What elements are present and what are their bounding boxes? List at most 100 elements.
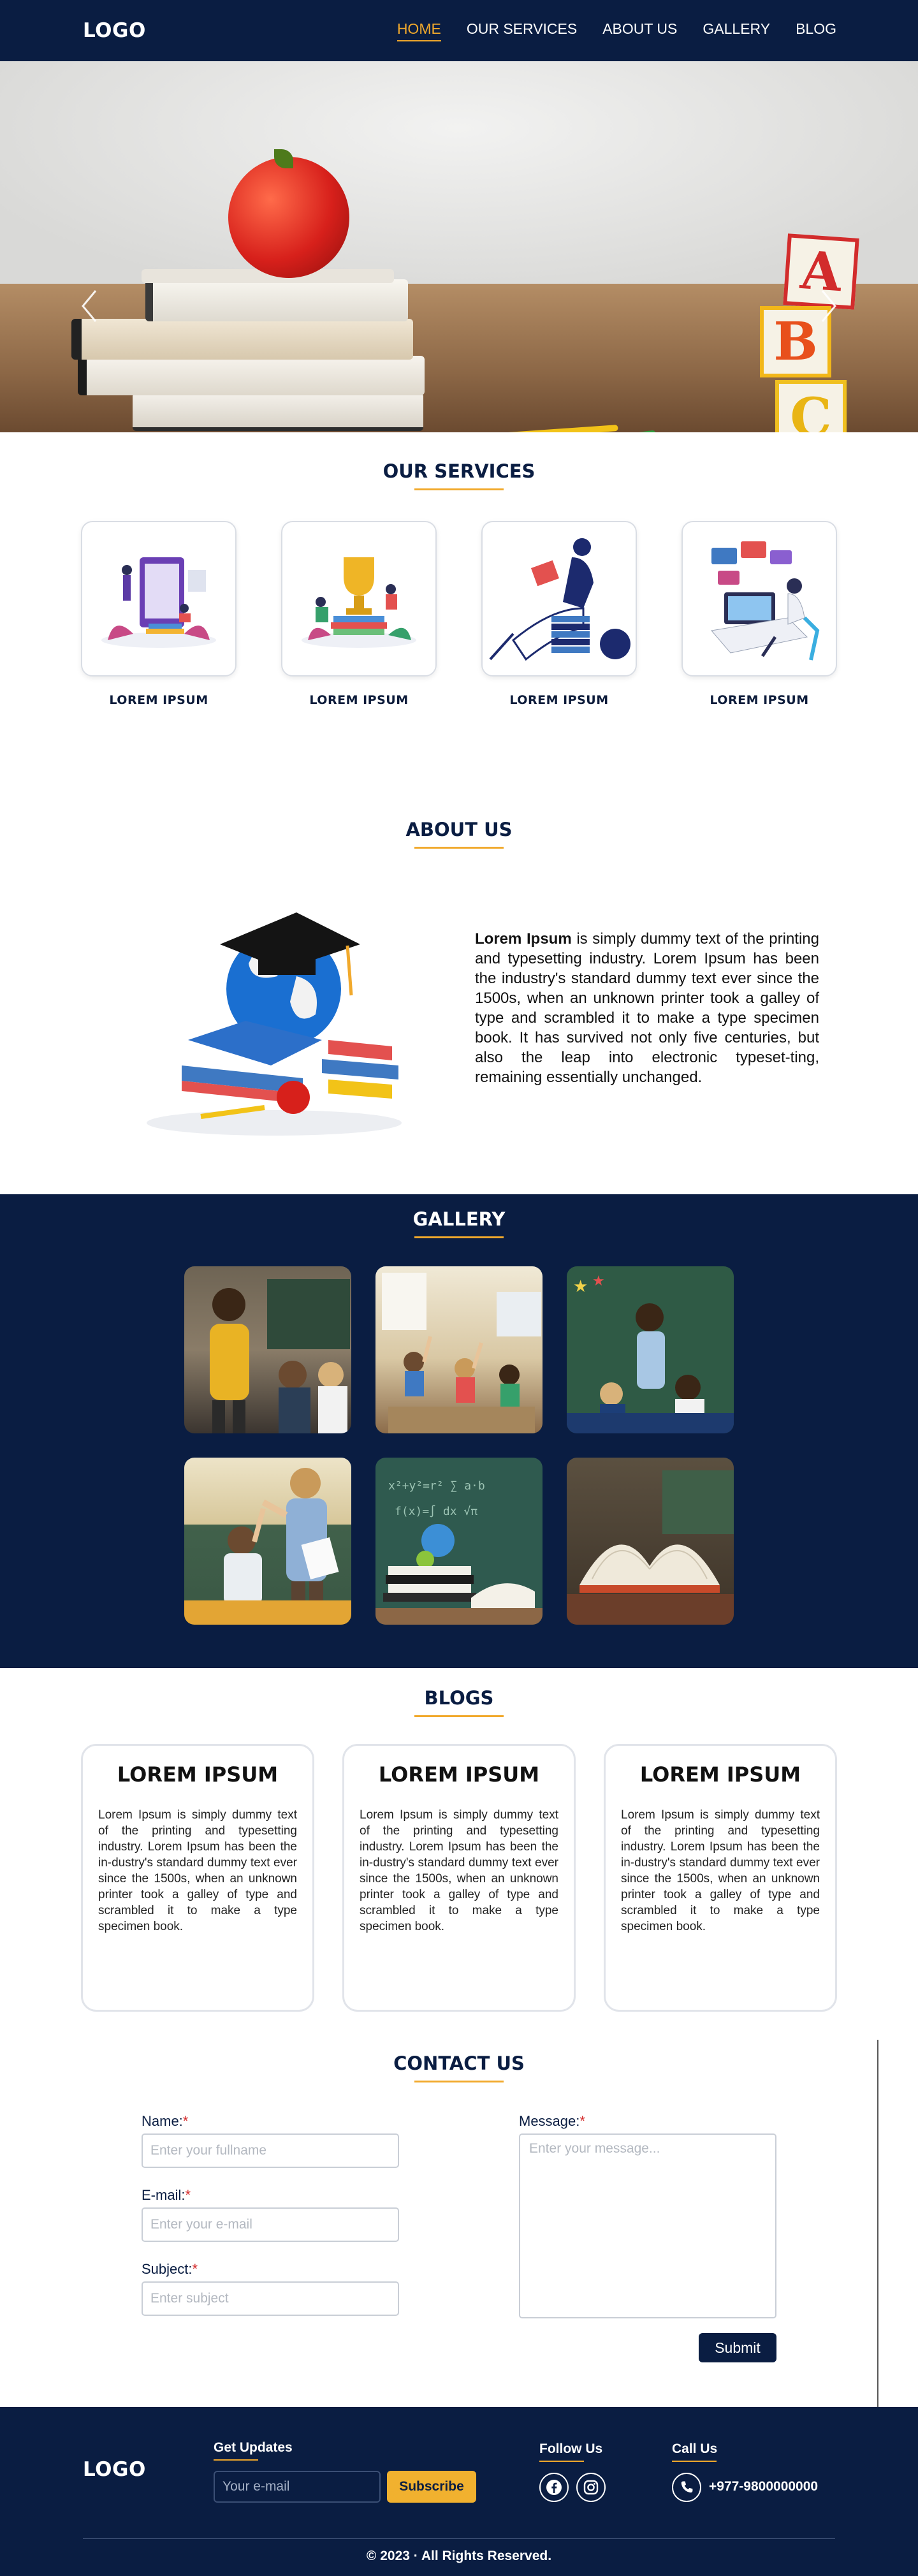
footer-divider [83, 2538, 835, 2539]
about-lead: Lorem Ipsum [475, 930, 572, 948]
chevron-left-icon [82, 290, 97, 322]
gallery-image-teacher-high-five[interactable] [184, 1458, 351, 1625]
phone-icon [681, 2481, 693, 2493]
nav-link-home[interactable]: HOME [397, 20, 441, 41]
message-label-text: Message: [519, 2113, 580, 2129]
title-underline [414, 847, 504, 849]
blog-text: Lorem Ipsum is simply dummy text of the … [98, 1808, 297, 1933]
name-label-text: Name: [142, 2113, 183, 2129]
gallery-image-students-raising-hands[interactable] [375, 1266, 543, 1433]
newsletter-email-input[interactable] [214, 2471, 381, 2503]
required-mark: * [185, 2187, 191, 2203]
blogs-section: BLOGS LOREM IPSUM Lorem Ipsum is simply … [0, 1668, 918, 2040]
blog-title: LOREM IPSUM [639, 1762, 801, 1787]
blog-card[interactable]: LOREM IPSUM Lorem Ipsum is simply dummy … [604, 1744, 837, 2012]
hero-book-1 [145, 279, 408, 321]
globe-books-photo: x²+y²=r² ∑ a·b f(x)=∫ dx √π [375, 1479, 543, 1625]
gallery-title: GALLERY [0, 1208, 918, 1238]
book-laptop-photo [567, 1470, 734, 1625]
nav-link-services[interactable]: OUR SERVICES [467, 20, 577, 41]
gallery-grid: ★ ★ x²+y²=r² ∑ a·b f(x)=∫ dx √π [0, 1266, 918, 1625]
follow-title: Follow Us [539, 2441, 603, 2462]
required-mark: * [192, 2261, 198, 2277]
page-scrollbar-line [877, 2040, 878, 2416]
nav-link-blog[interactable]: BLOG [796, 20, 836, 41]
service-label: LOREM IPSUM [109, 693, 208, 707]
copyright-text: © 2023 · All Rights Reserved. [366, 2549, 552, 2563]
gallery-image-teacher-at-chalkboard[interactable]: ★ ★ [567, 1266, 734, 1433]
services-row: LOREM IPSUM LOREM IPSUM LOREM IPSUM LORE… [0, 521, 918, 707]
gallery-title-text: GALLERY [412, 1208, 506, 1230]
about-paragraph: Lorem Ipsum is simply dummy text of the … [475, 929, 819, 1087]
subject-label-text: Subject: [142, 2261, 193, 2277]
hero-book-bottom [133, 393, 423, 431]
service-item[interactable]: LOREM IPSUM [281, 521, 437, 707]
hero-slider: A B C [0, 61, 918, 432]
hero-wall [0, 61, 918, 284]
email-input[interactable] [142, 2207, 399, 2242]
globe-graduation-illustration [147, 912, 402, 1136]
call-title: Call Us [672, 2441, 718, 2462]
service-label: LOREM IPSUM [710, 693, 809, 707]
gallery-image-teacher-with-students[interactable] [184, 1266, 351, 1433]
svg-text:f(x)=∫ dx √π: f(x)=∫ dx √π [395, 1505, 477, 1518]
blog-text: Lorem Ipsum is simply dummy text of the … [621, 1808, 820, 1933]
gallery-image-globe-on-books[interactable]: x²+y²=r² ∑ a·b f(x)=∫ dx √π [375, 1458, 543, 1625]
contact-title-text: CONTACT US [393, 2053, 525, 2074]
instagram-button[interactable] [576, 2473, 606, 2502]
service-card [81, 521, 237, 677]
hero-apple [228, 157, 349, 278]
nav-link-gallery[interactable]: GALLERY [703, 20, 770, 41]
services-section: OUR SERVICES LOREM IPSUM LOREM IPSUM LOR… [0, 432, 918, 758]
about-title: ABOUT US [0, 819, 918, 849]
title-underline [414, 488, 504, 490]
top-navbar: LOGO HOME OUR SERVICES ABOUT US GALLERY … [0, 0, 918, 61]
svg-text:★: ★ [573, 1277, 588, 1296]
required-mark: * [182, 2113, 189, 2129]
blog-card[interactable]: LOREM IPSUM Lorem Ipsum is simply dummy … [81, 1744, 314, 2012]
service-item[interactable]: LOREM IPSUM [481, 521, 637, 707]
services-title-text: OUR SERVICES [382, 460, 536, 482]
footer-logo[interactable]: LOGO [83, 2458, 146, 2481]
contact-form-right: Message:* Submit [519, 2113, 776, 2362]
gallery-image-open-book-laptop[interactable] [567, 1458, 734, 1625]
hero-next-arrow[interactable] [820, 288, 839, 331]
hero-prev-arrow[interactable] [79, 288, 98, 331]
email-label-text: E-mail: [142, 2187, 186, 2203]
service-item[interactable]: LOREM IPSUM [81, 521, 237, 707]
gallery-section: GALLERY ★ ★ x²+y²=r² ∑ a·b f(x)=∫ dx √π [0, 1194, 918, 1668]
online-learning-illustration [101, 557, 216, 648]
phone-number[interactable]: +977-9800000000 [709, 2479, 818, 2494]
blog-title: LOREM IPSUM [117, 1762, 279, 1787]
contact-form-left: Name:* E-mail:* Subject:* [142, 2113, 399, 2362]
blog-card[interactable]: LOREM IPSUM Lorem Ipsum is simply dummy … [342, 1744, 576, 2012]
message-textarea[interactable] [519, 2133, 776, 2318]
about-row: Lorem Ipsum is simply dummy text of the … [0, 874, 918, 1142]
facebook-button[interactable] [539, 2473, 569, 2502]
instagram-icon [583, 2480, 599, 2495]
hero-book-2 [71, 319, 413, 360]
classroom-photo [382, 1273, 541, 1433]
about-body: is simply dummy text of the printing and… [475, 930, 819, 1086]
name-label: Name:* [142, 2113, 399, 2130]
blog-text: Lorem Ipsum is simply dummy text of the … [360, 1808, 558, 1933]
nav-links: HOME OUR SERVICES ABOUT US GALLERY BLOG [397, 20, 836, 41]
title-underline [414, 2081, 504, 2082]
subject-label: Subject:* [142, 2261, 399, 2278]
subject-input[interactable] [142, 2281, 399, 2316]
site-logo[interactable]: LOGO [83, 19, 146, 42]
service-item[interactable]: LOREM IPSUM [681, 521, 837, 707]
subscribe-button[interactable]: Subscribe [387, 2471, 476, 2503]
contact-title: CONTACT US [0, 2053, 918, 2082]
reading-student-illustration [489, 538, 630, 661]
phone-button[interactable] [672, 2473, 701, 2502]
nav-link-about[interactable]: ABOUT US [602, 20, 677, 41]
service-card [681, 521, 837, 677]
title-underline [414, 1715, 504, 1717]
name-input[interactable] [142, 2133, 399, 2168]
submit-button[interactable]: Submit [699, 2333, 776, 2362]
email-label: E-mail:* [142, 2187, 399, 2204]
title-underline [414, 1236, 504, 1238]
about-title-text: ABOUT US [405, 819, 513, 840]
footer: LOGO Get Updates Subscribe Follow Us Cal… [0, 2407, 918, 2576]
